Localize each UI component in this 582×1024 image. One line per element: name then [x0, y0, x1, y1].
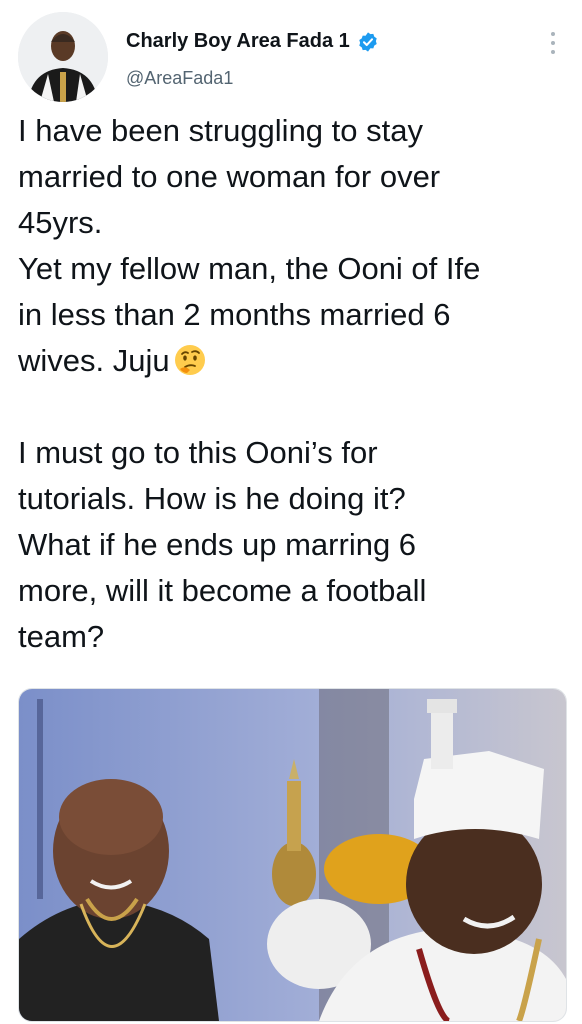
tweet-paragraph-1: I have been struggling to stay married t…: [18, 108, 566, 384]
tweet-text: I have been struggling to stay married t…: [18, 108, 566, 660]
display-name-text: Charly Boy Area Fada 1: [126, 30, 350, 52]
thinking-face-emoji: [174, 345, 205, 375]
tweet-media-photo[interactable]: [18, 688, 567, 1022]
tweet-paragraph-2: I must go to this Ooni’s for tutorials. …: [18, 435, 427, 654]
avatar[interactable]: [18, 12, 108, 102]
tweet-paragraph-1-text: I have been struggling to stay married t…: [18, 113, 481, 378]
more-vertical-icon[interactable]: [546, 28, 560, 58]
user-handle[interactable]: @AreaFada1: [126, 68, 233, 89]
display-name[interactable]: Charly Boy Area Fada 1: [126, 30, 379, 53]
verified-badge-icon: [359, 31, 377, 52]
